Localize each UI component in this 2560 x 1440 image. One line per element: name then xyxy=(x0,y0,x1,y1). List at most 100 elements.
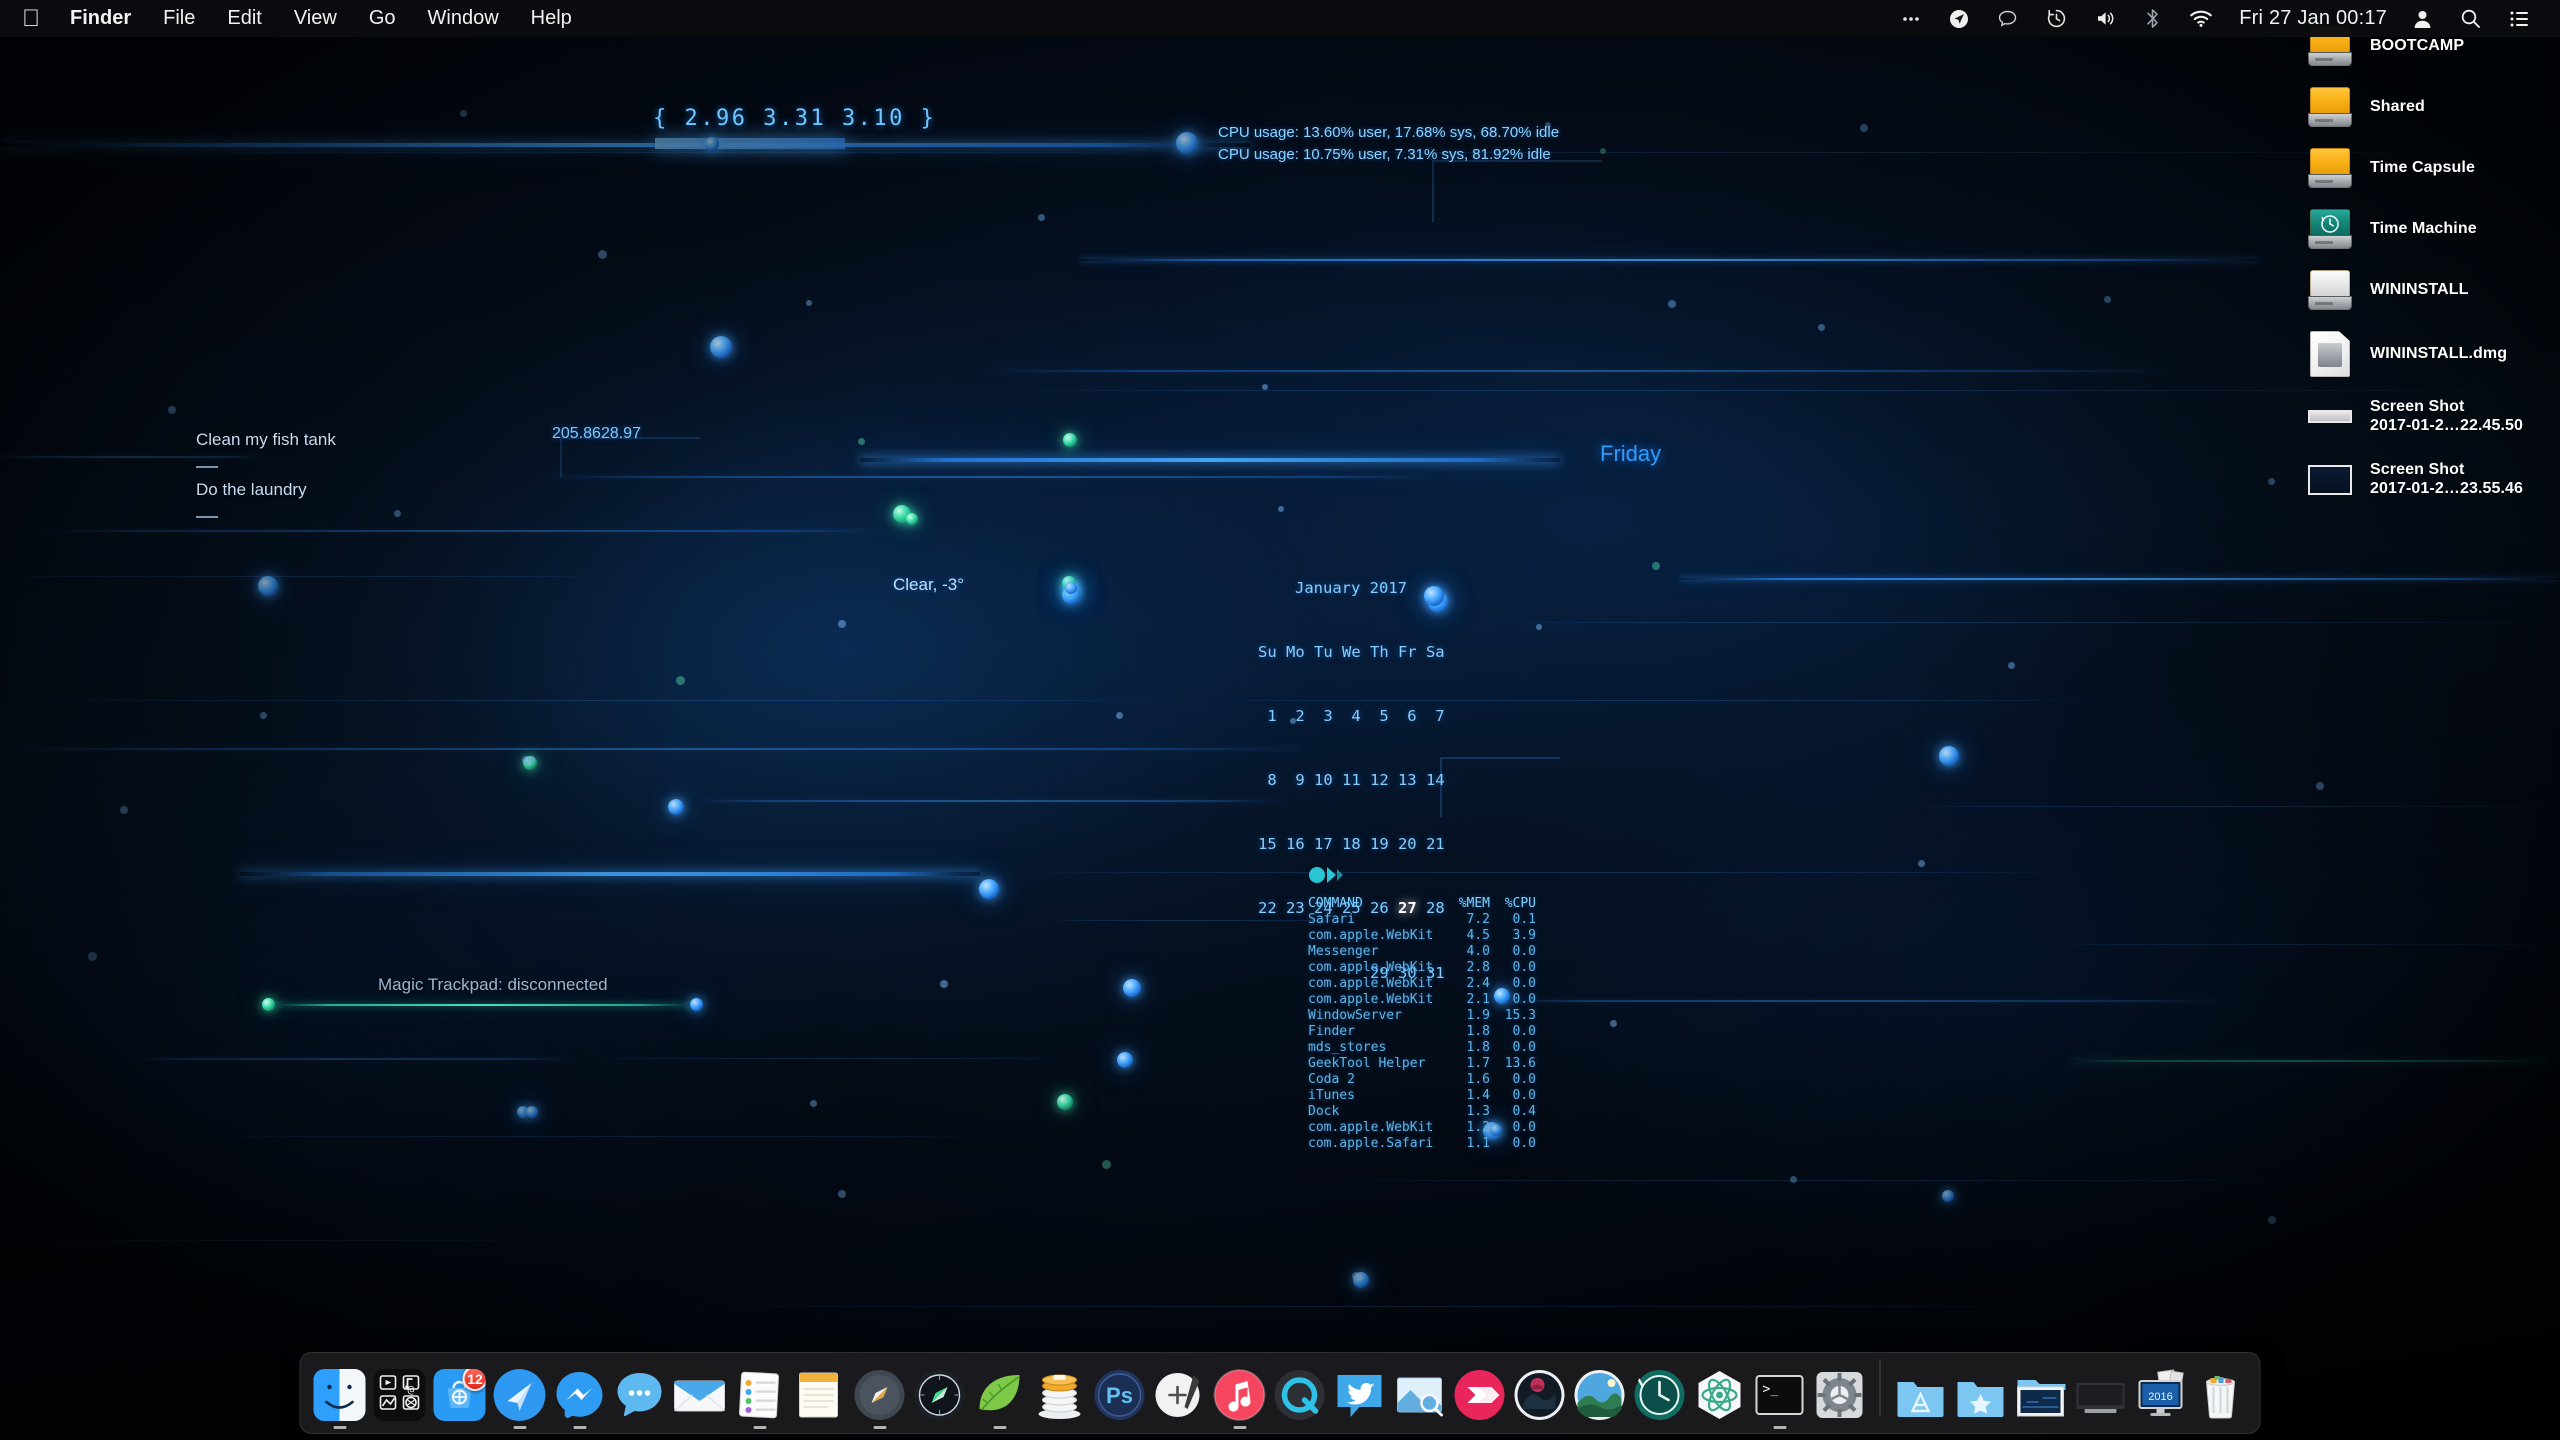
running-indicator xyxy=(933,1426,946,1429)
menu-item-view[interactable]: View xyxy=(278,0,353,37)
menu-bar-clock[interactable]: Fri 27 Jan 00:17 xyxy=(2227,7,2399,30)
running-indicator xyxy=(1353,1426,1366,1429)
dock-stack-applications[interactable] xyxy=(1893,1355,1949,1429)
speech-bubble-icon[interactable] xyxy=(1983,0,2032,37)
spotlight-search-icon[interactable] xyxy=(2446,0,2495,37)
circuit-trace xyxy=(1680,578,2560,580)
menu-item-file[interactable]: File xyxy=(147,0,211,37)
wifi-icon[interactable] xyxy=(2175,0,2227,37)
running-indicator xyxy=(2094,1426,2107,1429)
circuit-node xyxy=(1176,132,1198,154)
dock-item-finder[interactable] xyxy=(312,1355,368,1429)
notification-center-icon[interactable] xyxy=(2495,0,2544,37)
running-indicator xyxy=(873,1426,886,1429)
dock-item-mail[interactable] xyxy=(672,1355,728,1429)
menu-item-help[interactable]: Help xyxy=(515,0,588,37)
dock-item-twitter[interactable] xyxy=(1332,1355,1388,1429)
dock-item-compass[interactable] xyxy=(852,1355,908,1429)
dock-item-launchpad[interactable]: @ xyxy=(372,1355,428,1429)
desktop-icon-shared[interactable]: Shared xyxy=(2304,87,2534,127)
dock-stack-downloads[interactable] xyxy=(2013,1355,2069,1429)
cpu-usage-widget: CPU usage: 13.60% user, 17.68% sys, 68.7… xyxy=(1218,122,1559,166)
dock-item-spark[interactable] xyxy=(492,1355,548,1429)
dock-item-messenger[interactable] xyxy=(552,1355,608,1429)
dock-stack-display[interactable]: 2016 xyxy=(2133,1355,2189,1429)
desktop-icon-screenshot-1[interactable]: Screen Shot 2017-01-2…22.45.50 xyxy=(2304,398,2534,435)
ambient-dot xyxy=(1102,1160,1111,1169)
todo-divider xyxy=(196,516,218,518)
dock-item-preview[interactable] xyxy=(1392,1355,1448,1429)
desktop-icon-screenshot-2[interactable]: Screen Shot 2017-01-2…23.55.46 xyxy=(2304,461,2534,498)
desktop-icon-time-capsule[interactable]: Time Capsule xyxy=(2304,148,2534,188)
running-indicator xyxy=(1833,1426,1846,1429)
ellipsis-icon[interactable] xyxy=(1887,0,1935,37)
dock-item-sequel-pro[interactable] xyxy=(1032,1355,1088,1429)
circuit-node xyxy=(1117,1052,1133,1068)
ambient-dot xyxy=(260,712,267,719)
ambient-dot xyxy=(1860,124,1868,132)
mail-envelope-icon xyxy=(674,1369,726,1421)
screenshot-thumbnail-icon xyxy=(2304,465,2356,495)
bluetooth-icon[interactable] xyxy=(2130,0,2175,37)
desktop-icon-wininstall[interactable]: WININSTALL xyxy=(2304,270,2534,310)
dock-item-reminders[interactable] xyxy=(732,1355,788,1429)
menu-item-edit[interactable]: Edit xyxy=(211,0,277,37)
dock-item-itunes[interactable] xyxy=(1212,1355,1268,1429)
process-cpu: 0.0 xyxy=(1490,1024,1536,1040)
circuit-trace xyxy=(1900,806,2560,807)
menu-item-finder[interactable]: Finder xyxy=(54,0,147,37)
dock-item-terminal[interactable]: >_ xyxy=(1752,1355,1808,1429)
menu-item-window[interactable]: Window xyxy=(412,0,515,37)
time-machine-clock-icon xyxy=(1634,1369,1686,1421)
location-arrow-icon[interactable] xyxy=(1935,0,1983,37)
circuit-trace xyxy=(240,872,980,876)
ambient-dot xyxy=(1262,384,1268,390)
dock-item-atom[interactable] xyxy=(1692,1355,1748,1429)
dock-item-photos[interactable] xyxy=(1572,1355,1628,1429)
dock-item-photoshop[interactable]: Ps xyxy=(1092,1355,1148,1429)
dock-item-time-machine[interactable] xyxy=(1632,1355,1688,1429)
dock-item-system-preferences[interactable] xyxy=(1812,1355,1868,1429)
circuit-trace xyxy=(1500,1000,2220,1002)
dock-item-quicktime[interactable] xyxy=(1272,1355,1328,1429)
process-row: iTunes1.40.0 xyxy=(1308,1088,1536,1104)
process-cpu: 0.0 xyxy=(1490,960,1536,976)
circuit-trace xyxy=(40,530,880,532)
menu-item-go[interactable]: Go xyxy=(353,0,412,37)
dock-item-app-store[interactable]: 12 xyxy=(432,1355,488,1429)
menu-bar:  Finder File Edit View Go Window Help F… xyxy=(0,0,2560,37)
itunes-note-icon xyxy=(1214,1369,1266,1421)
circuit-trace xyxy=(130,1058,570,1060)
running-indicator xyxy=(1413,1426,1426,1429)
process-row: GeekTool Helper1.713.6 xyxy=(1308,1056,1536,1072)
ambient-dot xyxy=(1116,712,1123,719)
apple-logo-icon[interactable]:  xyxy=(18,2,54,36)
dock-item-trash[interactable] xyxy=(2193,1355,2249,1429)
dock-item-safari[interactable] xyxy=(912,1355,968,1429)
circuit-trace xyxy=(1340,1180,2320,1181)
process-table: COMMAND %MEM %CPU Safari7.20.1 com.apple… xyxy=(1308,896,1536,1152)
desktop-icon-wininstall-dmg[interactable]: WININSTALL.dmg xyxy=(2304,331,2534,377)
desktop-icon-time-machine[interactable]: Time Machine xyxy=(2304,209,2534,249)
messages-bubble-icon xyxy=(614,1369,666,1421)
dock-item-coda[interactable] xyxy=(972,1355,1028,1429)
dock-item-sip[interactable] xyxy=(1512,1355,1568,1429)
process-row: com.apple.WebKit1.20.0 xyxy=(1308,1120,1536,1136)
running-indicator xyxy=(453,1426,466,1429)
volume-icon[interactable] xyxy=(2081,0,2130,37)
dock-stack-favorites[interactable] xyxy=(1953,1355,2009,1429)
running-indicator xyxy=(1293,1426,1306,1429)
dock-item-transmit[interactable] xyxy=(1452,1355,1508,1429)
hard-drive-icon xyxy=(2304,270,2356,310)
dock-item-messages[interactable] xyxy=(612,1355,668,1429)
progress-bar-fill xyxy=(655,138,845,149)
time-machine-icon[interactable] xyxy=(2032,0,2081,37)
dock-item-sketch[interactable] xyxy=(1152,1355,1208,1429)
user-account-icon[interactable] xyxy=(2399,0,2446,37)
dock-stack-dark[interactable] xyxy=(2073,1355,2129,1429)
dock-item-notes[interactable] xyxy=(792,1355,848,1429)
running-indicator xyxy=(393,1426,406,1429)
process-mem: 1.7 xyxy=(1450,1056,1490,1072)
process-mem: 4.5 xyxy=(1450,928,1490,944)
ambient-dot xyxy=(1652,562,1660,570)
